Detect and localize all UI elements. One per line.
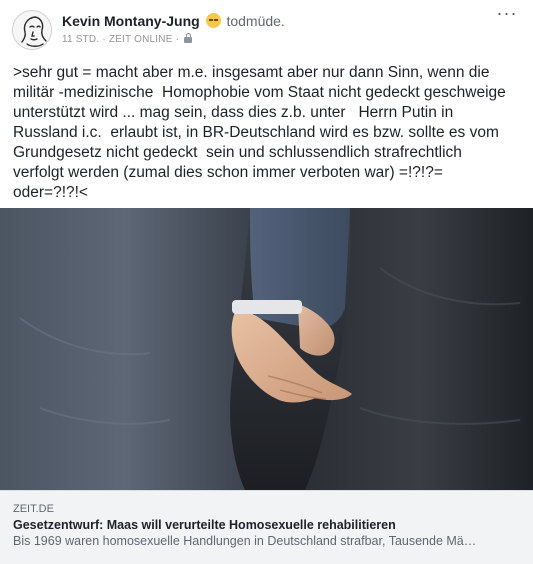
- mood-text: todmüde.: [226, 13, 285, 29]
- meta-separator: ·: [175, 34, 180, 45]
- post-source[interactable]: ZEIT ONLINE: [109, 34, 173, 45]
- photo-two-men-holding-hands-icon: [0, 208, 533, 490]
- feed-post: Kevin Montany-Jung todmüde. 11 STD. · ZEIT…: [0, 0, 533, 564]
- link-title[interactable]: Gesetzentwurf: Maas will verurteilte Hom…: [13, 518, 525, 532]
- post-header: Kevin Montany-Jung todmüde. 11 STD. · ZEIT…: [12, 4, 521, 52]
- more-options-button[interactable]: ···: [495, 4, 519, 26]
- lock-icon: [184, 33, 193, 43]
- link-domain: ZEIT.DE: [13, 503, 54, 515]
- author-name-link[interactable]: Kevin Montany-Jung: [62, 13, 200, 29]
- avatar[interactable]: [12, 10, 52, 50]
- link-preview-caption[interactable]: ZEIT.DE Gesetzentwurf: Maas will verurte…: [0, 490, 533, 564]
- link-description: Bis 1969 waren homosexuelle Handlungen i…: [13, 534, 477, 548]
- post-meta: 11 STD. · ZEIT ONLINE ·: [62, 33, 193, 45]
- post-text: >sehr gut = macht aber m.e. insgesamt ab…: [13, 64, 506, 201]
- post-time[interactable]: 11 STD.: [62, 34, 99, 45]
- profile-sketch-icon: [13, 11, 51, 49]
- link-preview-image[interactable]: [0, 208, 533, 490]
- meta-separator: ·: [102, 34, 106, 45]
- sleepy-face-icon: [205, 13, 221, 28]
- author-line: Kevin Montany-Jung todmüde.: [62, 13, 285, 29]
